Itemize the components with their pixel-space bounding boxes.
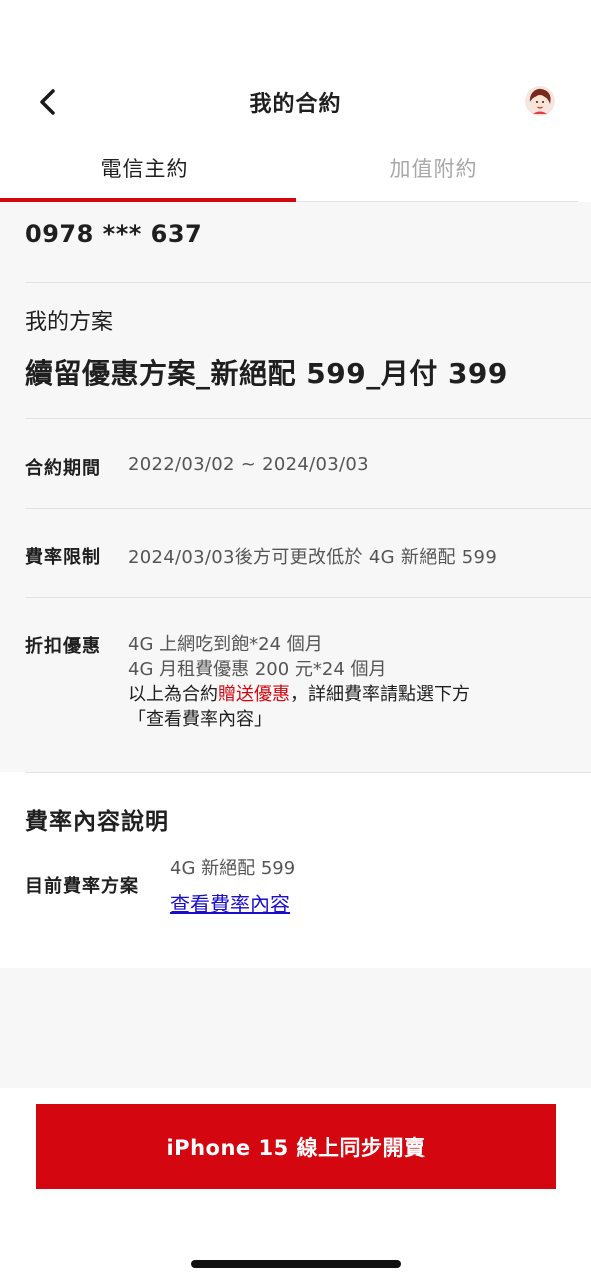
bottom-bar: iPhone 15 線上同步開賣 [0, 1088, 591, 1280]
period-label: 合約期間 [25, 458, 101, 479]
view-rate-link[interactable]: 查看費率內容 [170, 888, 290, 917]
rate-limit-label: 費率限制 [25, 547, 101, 568]
tab-addon-contract-label: 加值附約 [389, 156, 478, 181]
header: 我的合約 [0, 76, 591, 128]
divider [25, 418, 591, 419]
divider [25, 508, 591, 509]
home-indicator [191, 1260, 401, 1268]
discount-line-4: 「查看費率內容」 [128, 709, 272, 730]
plan-name: 續留優惠方案_新絕配 599_月付 399 [25, 357, 508, 390]
iphone-promo-button[interactable]: iPhone 15 線上同步開賣 [36, 1104, 556, 1189]
rate-info-section: 費率內容說明 目前費率方案 4G 新絕配 599 查看費率內容 [0, 772, 591, 968]
contract-tabs: 電信主約 加值附約 [0, 140, 578, 202]
page-title: 我的合約 [249, 92, 342, 117]
gift-discount-highlight: 贈送優惠 [218, 684, 290, 705]
current-rate-label: 目前費率方案 [25, 876, 139, 897]
tab-main-contract-label: 電信主約 [100, 156, 189, 181]
phone-number: 0978 *** 637 [25, 220, 203, 248]
discount-line-3-suffix: ，詳細費率請點選下方 [290, 684, 470, 705]
current-rate-value: 4G 新絕配 599 [170, 858, 296, 879]
discount-line-3-prefix: 以上為合約 [128, 684, 218, 705]
rate-info-title: 費率內容說明 [25, 809, 169, 835]
divider [25, 282, 591, 283]
discount-label: 折扣優惠 [25, 636, 101, 657]
tab-addon-contract[interactable]: 加值附約 [289, 140, 578, 201]
contract-content: 0978 *** 637 我的方案 續留優惠方案_新絕配 599_月付 399 … [0, 202, 591, 1088]
discount-details: 4G 上網吃到飽*24 個月 4G 月租費優惠 200 元*24 個月 以上為合… [128, 632, 470, 732]
discount-line-3: 以上為合約贈送優惠，詳細費率請點選下方 [128, 682, 470, 707]
divider [25, 597, 591, 598]
discount-line-1: 4G 上網吃到飽*24 個月 [128, 634, 323, 655]
discount-line-2: 4G 月租費優惠 200 元*24 個月 [128, 659, 387, 680]
divider [25, 772, 591, 773]
rate-limit-value: 2024/03/03後方可更改低於 4G 新絕配 599 [128, 547, 498, 568]
period-value: 2022/03/02 ~ 2024/03/03 [128, 454, 369, 475]
plan-section-label: 我的方案 [25, 310, 114, 335]
user-avatar-icon[interactable] [525, 86, 555, 116]
app-screen: 我的合約 電信主約 加值附約 0978 *** 637 我的方案 續留優惠方案_… [0, 0, 591, 1280]
tab-main-contract[interactable]: 電信主約 [0, 140, 289, 201]
